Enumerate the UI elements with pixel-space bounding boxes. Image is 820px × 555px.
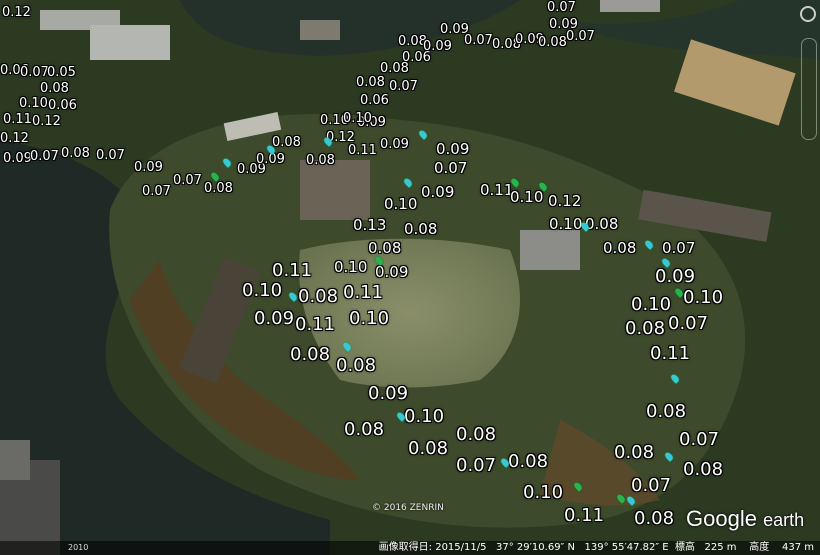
altitude-value: 437 m [781,542,814,553]
copyright-notice: © 2016 ZENRIN [372,503,444,513]
reading-label: 0.11 [564,505,605,526]
reading-label: 0.07 [662,239,696,257]
reading-label: 0.09 [3,151,32,166]
longitude: 139° 55′47.82″ E [584,542,669,553]
reading-label: 0.11 [480,181,514,199]
reading-label: 0.08 [40,81,69,96]
reading-label: 0.08 [508,451,549,472]
reading-label: 0.07 [142,184,171,199]
reading-label: 0.08 [683,459,724,480]
compass-icon[interactable] [800,6,816,22]
reading-label: 0.10 [242,280,283,301]
reading-label: 0.08 [344,419,385,440]
elevation-label: 標高 [674,542,695,553]
latitude: 37° 29′10.69″ N [496,542,575,553]
reading-label: 0.09 [436,140,470,158]
reading-label: 0.10 [19,96,48,111]
reading-label: 0.11 [650,343,691,364]
reading-label: 0.07 [96,148,125,163]
reading-label: 0.10 [631,294,672,315]
elevation-value: 225 m [704,542,737,553]
reading-label: 0.10 [384,195,418,213]
reading-label: 0.09 [423,39,452,54]
reading-label: 0.08 [336,355,377,376]
reading-label: 0.10 [334,258,368,276]
reading-label: 0.08 [603,239,637,257]
reading-label: 0.07 [547,0,576,15]
reading-label: 0.12 [32,114,61,129]
reading-label: 0.08 [272,135,301,150]
reading-label: 0.11 [348,143,377,158]
reading-label: 0.11 [295,314,336,335]
year-badge: 2010 [68,543,89,552]
reading-label: 0.10 [510,188,544,206]
reading-label: 0.09 [375,263,409,281]
reading-label: 0.10 [683,287,724,308]
satellite-map[interactable]: 0.12 0.06 0.07 0.05 0.08 0.10 0.06 0.11 … [0,0,820,555]
reading-label: 0.07 [389,79,418,94]
reading-label: 0.06 [360,93,389,108]
reading-label: 0.08 [614,442,655,463]
reading-label: 0.12 [2,5,31,20]
reading-label: 0.07 [434,159,468,177]
imagery-date: 画像取得日: 2015/11/5 [378,542,487,553]
reading-label: 0.08 [585,215,619,233]
reading-label: 0.09 [549,17,578,32]
reading-label: 0.08 [298,286,339,307]
reading-label: 0.08 [61,146,90,161]
reading-label: 0.07 [631,475,672,496]
reading-label: 0.08 [306,153,335,168]
reading-label: 0.05 [47,65,76,80]
reading-label: 0.09 [134,160,163,175]
reading-label: 0.10 [549,215,583,233]
google-earth-logo: Google earth [686,506,804,532]
altitude-label: 高度 [749,542,770,553]
reading-label: 0.07 [679,429,720,450]
reading-label: 0.09 [655,266,696,287]
reading-label: 0.07 [456,455,497,476]
reading-label: 0.08 [646,401,687,422]
reading-label: 0.08 [204,181,233,196]
reading-label: 0.10 [523,482,564,503]
reading-label: 0.12 [0,131,29,146]
logo-earth-text: earth [763,510,805,530]
reading-label: 0.07 [173,173,202,188]
reading-label: 0.07 [464,33,493,48]
reading-label: 0.08 [538,35,567,50]
reading-label: 0.06 [48,98,77,113]
reading-label: 0.12 [548,192,582,210]
reading-label: 0.08 [368,239,402,257]
reading-label: 0.07 [20,65,49,80]
reading-label: 0.07 [30,149,59,164]
reading-label: 0.10 [343,111,372,126]
reading-label: 0.08 [404,220,438,238]
reading-label: 0.08 [408,438,449,459]
reading-label: 0.10 [404,406,445,427]
reading-label: 0.08 [290,344,331,365]
status-bar: 画像取得日: 2015/11/5 37° 29′10.69″ N 139° 55… [0,541,820,555]
reading-label: 0.09 [368,383,409,404]
reading-label: 0.11 [272,260,313,281]
reading-label: 0.08 [456,424,497,445]
reading-label: 0.09 [254,308,295,329]
reading-label: 0.09 [256,152,285,167]
reading-label: 0.08 [634,508,675,529]
reading-label: 0.11 [343,282,384,303]
reading-label: 0.07 [668,313,709,334]
reading-label: 0.09 [380,137,409,152]
reading-label: 0.09 [421,183,455,201]
zoom-slider[interactable] [801,38,817,140]
reading-label: 0.11 [3,112,32,127]
reading-label: 0.13 [353,216,387,234]
reading-label: 0.08 [625,318,666,339]
reading-label: 0.08 [356,75,385,90]
reading-label: 0.10 [349,308,390,329]
logo-google-text: Google [686,506,757,531]
